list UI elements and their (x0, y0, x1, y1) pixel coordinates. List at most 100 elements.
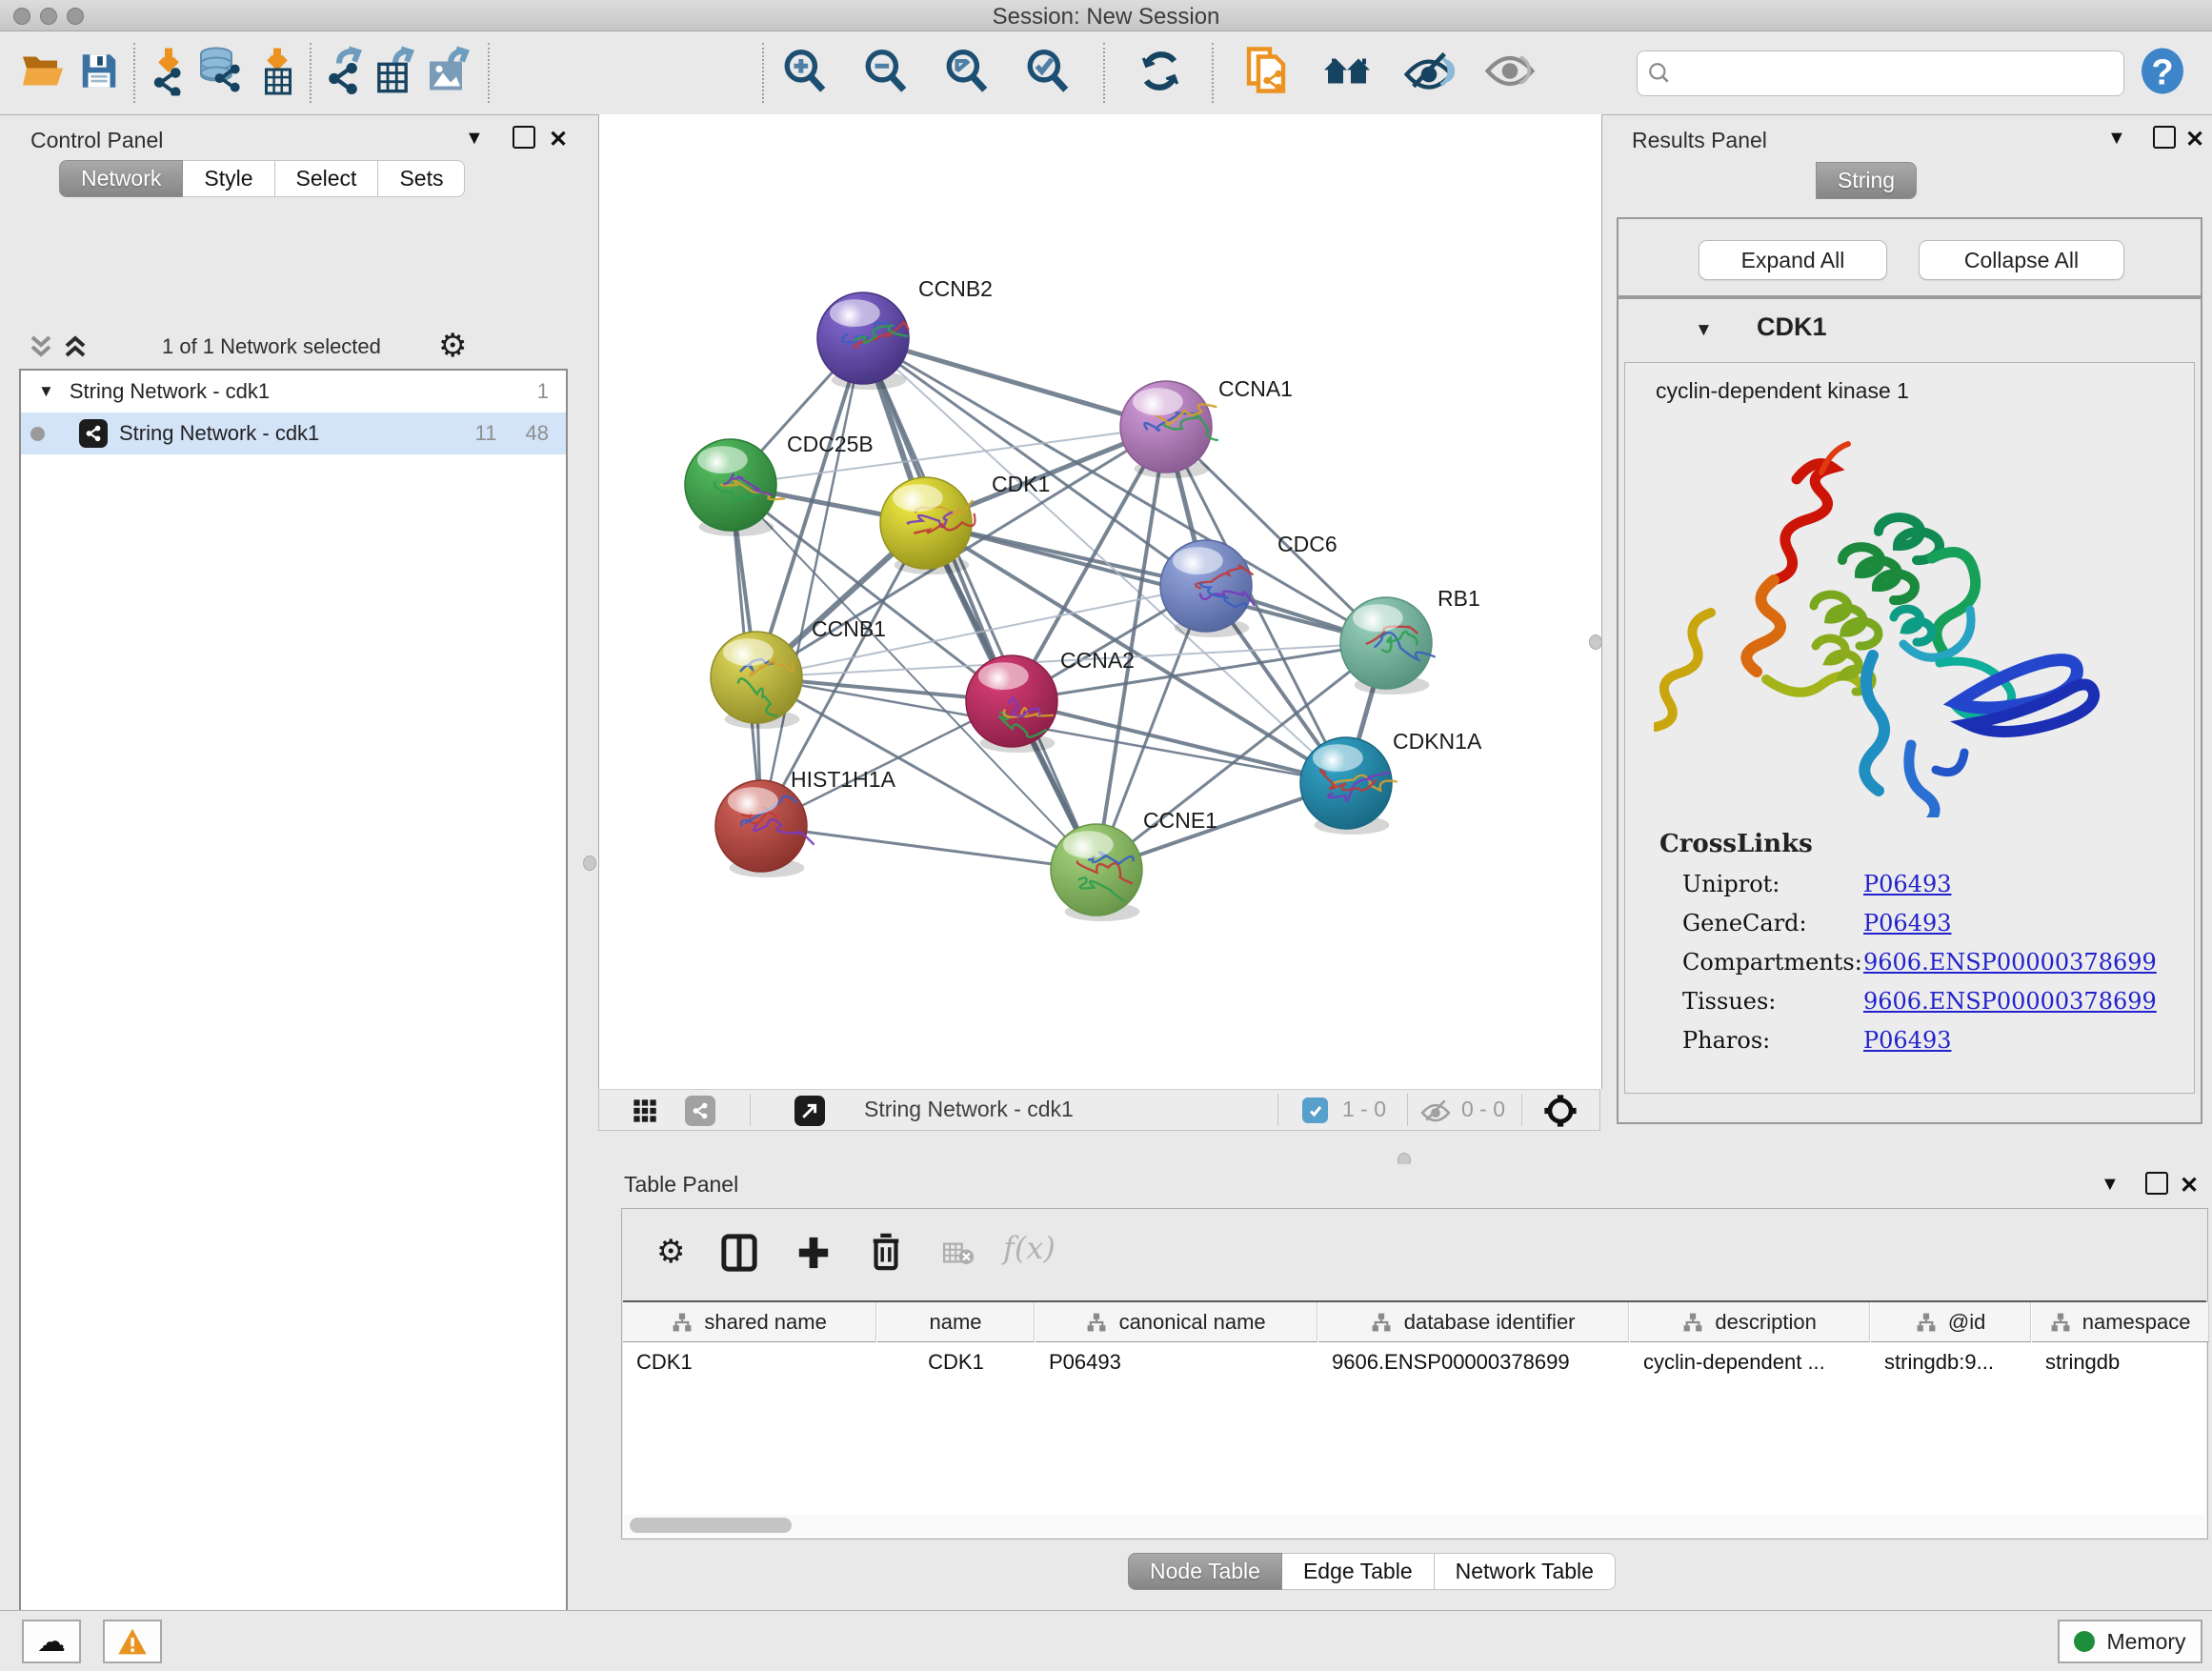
open-external-icon[interactable] (794, 1096, 825, 1126)
expand-all-button[interactable]: Expand All (1699, 240, 1887, 280)
network-edge[interactable] (761, 826, 1096, 870)
tab-string[interactable]: String (1816, 162, 1917, 199)
tab-style[interactable]: Style (183, 160, 274, 197)
cloud-status-button[interactable]: ☁ (22, 1620, 81, 1663)
table-options-gear-icon[interactable]: ⚙ (656, 1236, 685, 1268)
crosslink-link[interactable]: 9606.ENSP00000378699 (1863, 949, 2157, 976)
tab-sets[interactable]: Sets (378, 160, 465, 197)
table-cell[interactable]: cyclin-dependent ... (1630, 1343, 1870, 1381)
results-panel-menu-icon[interactable]: ▼ (2107, 128, 2126, 150)
zoom-fit-button[interactable] (943, 47, 991, 99)
tab-select[interactable]: Select (275, 160, 379, 197)
network-options-gear-icon[interactable]: ⚙ (438, 330, 467, 362)
table-cell[interactable]: 9606.ENSP00000378699 (1318, 1343, 1629, 1381)
fit-selected-crosshair-icon[interactable] (1542, 1093, 1579, 1134)
column-header-name[interactable]: name (877, 1302, 1035, 1342)
scrollbar-thumb[interactable] (630, 1518, 792, 1533)
tab-node-table[interactable]: Node Table (1128, 1553, 1282, 1590)
table-cell[interactable]: P06493 (1036, 1343, 1317, 1381)
column-header-description[interactable]: description (1630, 1302, 1870, 1342)
crosslinks-title: CrossLinks (1659, 830, 2194, 858)
network-canvas[interactable]: CCNB2CCNA1CDC25BCDK1CDC6RB1CCNB1CCNA2CDK… (598, 114, 1602, 1089)
table-cell[interactable]: stringdb:9... (1871, 1343, 2031, 1381)
network-node-cdc25b[interactable] (685, 439, 785, 536)
table-panel-close-icon[interactable]: ✕ (2180, 1172, 2199, 1199)
control-panel-close-icon[interactable]: ✕ (549, 126, 568, 153)
crosslink-row: Compartments:9606.ENSP00000378699 (1682, 949, 2194, 976)
help-button[interactable]: ? (2140, 46, 2185, 100)
network-node-cdc6[interactable] (1160, 540, 1255, 637)
column-header-namespace[interactable]: namespace (2032, 1302, 2209, 1342)
table-cell[interactable]: CDK1 (623, 1343, 876, 1381)
zoom-in-button[interactable] (781, 47, 829, 99)
section-collapse-triangle-icon[interactable]: ▼ (1695, 320, 1713, 341)
show-columns-icon[interactable] (721, 1234, 757, 1277)
table-horizontal-scrollbar[interactable] (624, 1515, 2205, 1536)
save-session-button[interactable] (77, 49, 121, 97)
node-table[interactable]: shared nameCDK1nameCDK1 canonical nameP0… (623, 1300, 2206, 1538)
clone-network-button[interactable] (1243, 45, 1291, 101)
network-share-icon[interactable] (685, 1096, 715, 1126)
crosslink-link[interactable]: 9606.ENSP00000378699 (1863, 988, 2157, 1015)
delete-column-trash-icon[interactable] (868, 1232, 904, 1277)
tab-network-table[interactable]: Network Table (1435, 1553, 1616, 1590)
selected-checkbox-icon[interactable] (1302, 1097, 1328, 1123)
network-graph[interactable]: CCNB2CCNA1CDC25BCDK1CDC6RB1CCNB1CCNA2CDK… (599, 114, 1601, 1089)
refresh-layout-button[interactable] (1136, 47, 1184, 99)
gene-title: CDK1 (1757, 312, 1827, 342)
table-cell[interactable]: CDK1 (877, 1343, 1035, 1381)
crosslink-link[interactable]: P06493 (1863, 871, 1952, 897)
node-count: 11 (475, 421, 497, 446)
column-header-database-identifier[interactable]: database identifier (1318, 1302, 1629, 1342)
control-panel-menu-icon[interactable]: ▼ (465, 128, 484, 150)
create-column-plus-icon[interactable] (795, 1234, 832, 1277)
table-panel-menu-icon[interactable]: ▼ (2101, 1174, 2120, 1196)
birds-eye-view-icon[interactable] (632, 1097, 658, 1129)
crosslink-link[interactable]: P06493 (1863, 910, 1952, 936)
hide-selected-eye-slash-button[interactable] (1403, 49, 1455, 97)
network-edge[interactable] (863, 338, 1096, 870)
network-edge[interactable] (761, 338, 863, 826)
network-node-cdk1[interactable] (880, 477, 975, 574)
column-header-shared-name[interactable]: shared name (623, 1302, 876, 1342)
show-all-eye-button[interactable] (1484, 50, 1536, 96)
table-cell[interactable]: stringdb (2032, 1343, 2209, 1381)
results-panel-float-icon[interactable] (2153, 126, 2176, 149)
import-network-from-database-button[interactable] (195, 46, 247, 100)
control-panel-float-icon[interactable] (513, 126, 535, 149)
column-header-canonical-name[interactable]: canonical name (1036, 1302, 1317, 1342)
network-edge[interactable] (863, 338, 1166, 427)
splitter-handle[interactable] (583, 856, 596, 871)
zoom-selected-button[interactable] (1024, 47, 1072, 99)
export-network-button[interactable] (320, 46, 366, 100)
network-node-cdkn1a[interactable] (1300, 737, 1398, 835)
collapse-all-chevron-icon[interactable] (63, 333, 88, 362)
network-node-ccnb1[interactable] (711, 632, 802, 729)
warnings-button[interactable] (103, 1620, 162, 1663)
export-table-button[interactable] (372, 46, 418, 100)
network-collection-row[interactable]: ▼ String Network - cdk1 1 (21, 371, 566, 413)
import-network-from-file-button[interactable] (146, 46, 191, 100)
zoom-out-button[interactable] (862, 47, 910, 99)
home-neighbors-button[interactable] (1322, 49, 1374, 97)
column-header--id[interactable]: @id (1871, 1302, 2031, 1342)
network-row-selected[interactable]: String Network - cdk1 11 48 (21, 413, 566, 454)
open-session-button[interactable] (19, 49, 69, 97)
crosslink-link[interactable]: P06493 (1863, 1027, 1952, 1054)
table-panel-float-icon[interactable] (2145, 1172, 2168, 1195)
network-node-ccna2[interactable] (966, 655, 1057, 753)
network-node-ccne1[interactable] (1051, 824, 1142, 921)
tab-network[interactable]: Network (59, 160, 183, 197)
collapse-triangle-icon[interactable]: ▼ (38, 382, 54, 401)
memory-button[interactable]: Memory (2058, 1620, 2202, 1663)
collapse-all-button[interactable]: Collapse All (1919, 240, 2124, 280)
results-panel-close-icon[interactable]: ✕ (2185, 126, 2204, 153)
network-node-rb1[interactable] (1340, 597, 1436, 695)
network-node-hist1h1a[interactable] (715, 780, 814, 877)
expand-all-chevron-icon[interactable] (29, 333, 53, 362)
search-box[interactable] (1637, 50, 2124, 96)
search-input[interactable] (1679, 60, 2114, 87)
export-image-button[interactable] (426, 46, 473, 100)
tab-edge-table[interactable]: Edge Table (1282, 1553, 1435, 1590)
import-table-from-file-button[interactable] (254, 46, 300, 100)
